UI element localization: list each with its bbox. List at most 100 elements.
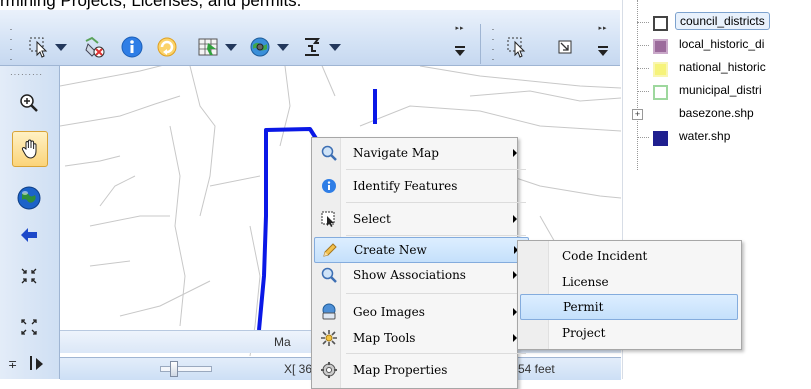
coordinate-readout: X[ 36 — [284, 362, 313, 376]
tools-icon — [318, 327, 340, 349]
full-extent-button[interactable] — [12, 181, 46, 215]
identify-button[interactable] — [120, 34, 144, 60]
submenu-item-permit[interactable]: Permit — [520, 294, 738, 320]
layer-label: water.shp — [679, 129, 731, 143]
toolbar-overflow[interactable]: ▸▸ — [453, 24, 467, 64]
magnifier-icon — [318, 142, 340, 164]
zoom-out-full-icon — [21, 268, 37, 284]
submenu-arrow-icon — [513, 149, 517, 157]
refresh-button[interactable] — [155, 34, 179, 60]
chevron-down-icon[interactable] — [55, 43, 67, 51]
globe-layer-button[interactable] — [248, 34, 289, 60]
toolbar-overflow[interactable]: ∓ — [8, 358, 17, 371]
context-menu: Navigate Map Identify Features Select Cr… — [311, 137, 529, 389]
create-new-submenu: Code Incident License Permit Project — [517, 240, 742, 350]
submenu-item-license[interactable]: License — [520, 269, 736, 295]
chevron-down-icon[interactable] — [329, 43, 341, 51]
expand-arrow-icon[interactable] — [36, 358, 43, 370]
menu-item-create-new[interactable]: Create New — [314, 237, 529, 263]
back-button[interactable] — [12, 218, 46, 252]
select-pointer-button[interactable] — [28, 34, 67, 60]
submenu-item-label: Permit — [563, 300, 604, 314]
chevron-down-icon[interactable] — [225, 43, 237, 51]
zoom-in-icon — [20, 94, 38, 112]
submenu-item-label: Code Incident — [562, 249, 648, 263]
menu-item-label: Create New — [354, 243, 427, 257]
layer-item-local-historic[interactable]: local_historic_di — [623, 35, 811, 55]
info-icon — [318, 175, 340, 197]
select-pointer-button-2[interactable] — [506, 34, 528, 60]
layer-label: basezone.shp — [679, 106, 754, 120]
toolbar-overflow-2[interactable]: ▸▸ — [596, 24, 610, 64]
menu-item-label: Geo Images — [353, 305, 425, 319]
menu-item-navigate-map[interactable]: Navigate Map — [314, 139, 527, 167]
submenu-item-project[interactable]: Project — [520, 320, 736, 346]
measure-button[interactable] — [300, 34, 341, 60]
globe-icon — [17, 186, 41, 210]
select-pointer-icon — [29, 37, 48, 58]
submenu-item-label: Project — [562, 326, 606, 340]
info-icon — [121, 36, 143, 58]
select-pointer-icon — [507, 37, 526, 58]
remove-selection-button[interactable] — [82, 34, 106, 60]
layer-label: national_historic — [679, 60, 766, 74]
layer-item-council-districts[interactable]: council_districts — [623, 12, 811, 32]
menu-item-label: Navigate Map — [353, 146, 439, 160]
zoom-in-button[interactable] — [12, 86, 46, 120]
layer-item-national-historic[interactable]: national_historic — [623, 58, 811, 78]
zoom-box-icon — [558, 40, 572, 54]
layer-item-water[interactable]: water.shp — [623, 127, 811, 147]
layer-swatch — [653, 131, 668, 146]
layer-label: local_historic_di — [679, 37, 765, 51]
menu-item-identify-features[interactable]: Identify Features — [314, 172, 527, 200]
menu-item-label: Map Properties — [353, 363, 448, 377]
globe-layer-icon — [250, 37, 270, 57]
refresh-icon — [157, 37, 177, 57]
menu-item-map-properties[interactable]: Map Properties — [314, 356, 527, 384]
layer-label: municipal_distri — [679, 83, 762, 97]
toolbar-grip[interactable]: · · · · — [6, 24, 16, 64]
menu-item-select[interactable]: Select — [314, 205, 527, 233]
layer-swatch — [653, 39, 668, 54]
submenu-arrow-icon — [513, 215, 517, 223]
menu-item-label: Show Associations — [353, 268, 466, 282]
layer-swatch — [653, 16, 668, 31]
toolbar-grip[interactable]: ········· — [10, 70, 43, 79]
add-layer-icon — [198, 38, 218, 56]
layer-swatch — [653, 62, 668, 77]
menu-item-show-associations[interactable]: Show Associations — [314, 263, 527, 287]
expand-bar — [30, 356, 32, 370]
navigation-toolbar: ········· ∓ — [0, 66, 60, 379]
measure-icon — [305, 38, 320, 56]
zoom-extent-button[interactable] — [12, 310, 46, 344]
submenu-item-label: License — [562, 275, 609, 289]
toolbar-separator — [480, 24, 481, 64]
add-layer-button[interactable] — [196, 34, 237, 60]
magnifier-icon — [318, 264, 340, 286]
properties-icon — [318, 359, 340, 381]
pan-button[interactable] — [12, 131, 48, 167]
menu-item-geo-images[interactable]: Geo Images — [314, 298, 527, 326]
zoom-slider-track[interactable] — [160, 366, 212, 372]
select-cursor-icon — [318, 208, 340, 230]
map-toolbar: · · · · ▸▸ · · · · ▸▸ — [0, 10, 620, 66]
expand-toggle-icon[interactable]: + — [632, 109, 643, 120]
toolbar-grip[interactable]: · · · · — [488, 24, 498, 64]
chevron-down-icon[interactable] — [277, 43, 289, 51]
layer-item-municipal-districts[interactable]: municipal_distri — [623, 81, 811, 101]
geo-image-icon — [318, 301, 340, 323]
zoom-slider-thumb[interactable] — [170, 361, 178, 377]
zoom-extent-icon — [21, 319, 37, 335]
zoom-box-button[interactable] — [556, 34, 574, 60]
menu-item-label: Map Tools — [353, 331, 416, 345]
pan-hand-icon — [21, 139, 37, 159]
submenu-item-code-incident[interactable]: Code Incident — [520, 243, 736, 269]
layer-item-basezone[interactable]: + basezone.shp — [623, 104, 811, 124]
menu-item-label: Select — [353, 212, 391, 226]
layer-label: council_districts — [675, 12, 770, 30]
menu-item-map-tools[interactable]: Map Tools — [314, 324, 527, 352]
zoom-out-full-button[interactable] — [12, 259, 46, 293]
back-arrow-icon — [21, 228, 37, 242]
map-label: Ma — [274, 335, 291, 349]
menu-item-label: Identify Features — [353, 179, 458, 193]
